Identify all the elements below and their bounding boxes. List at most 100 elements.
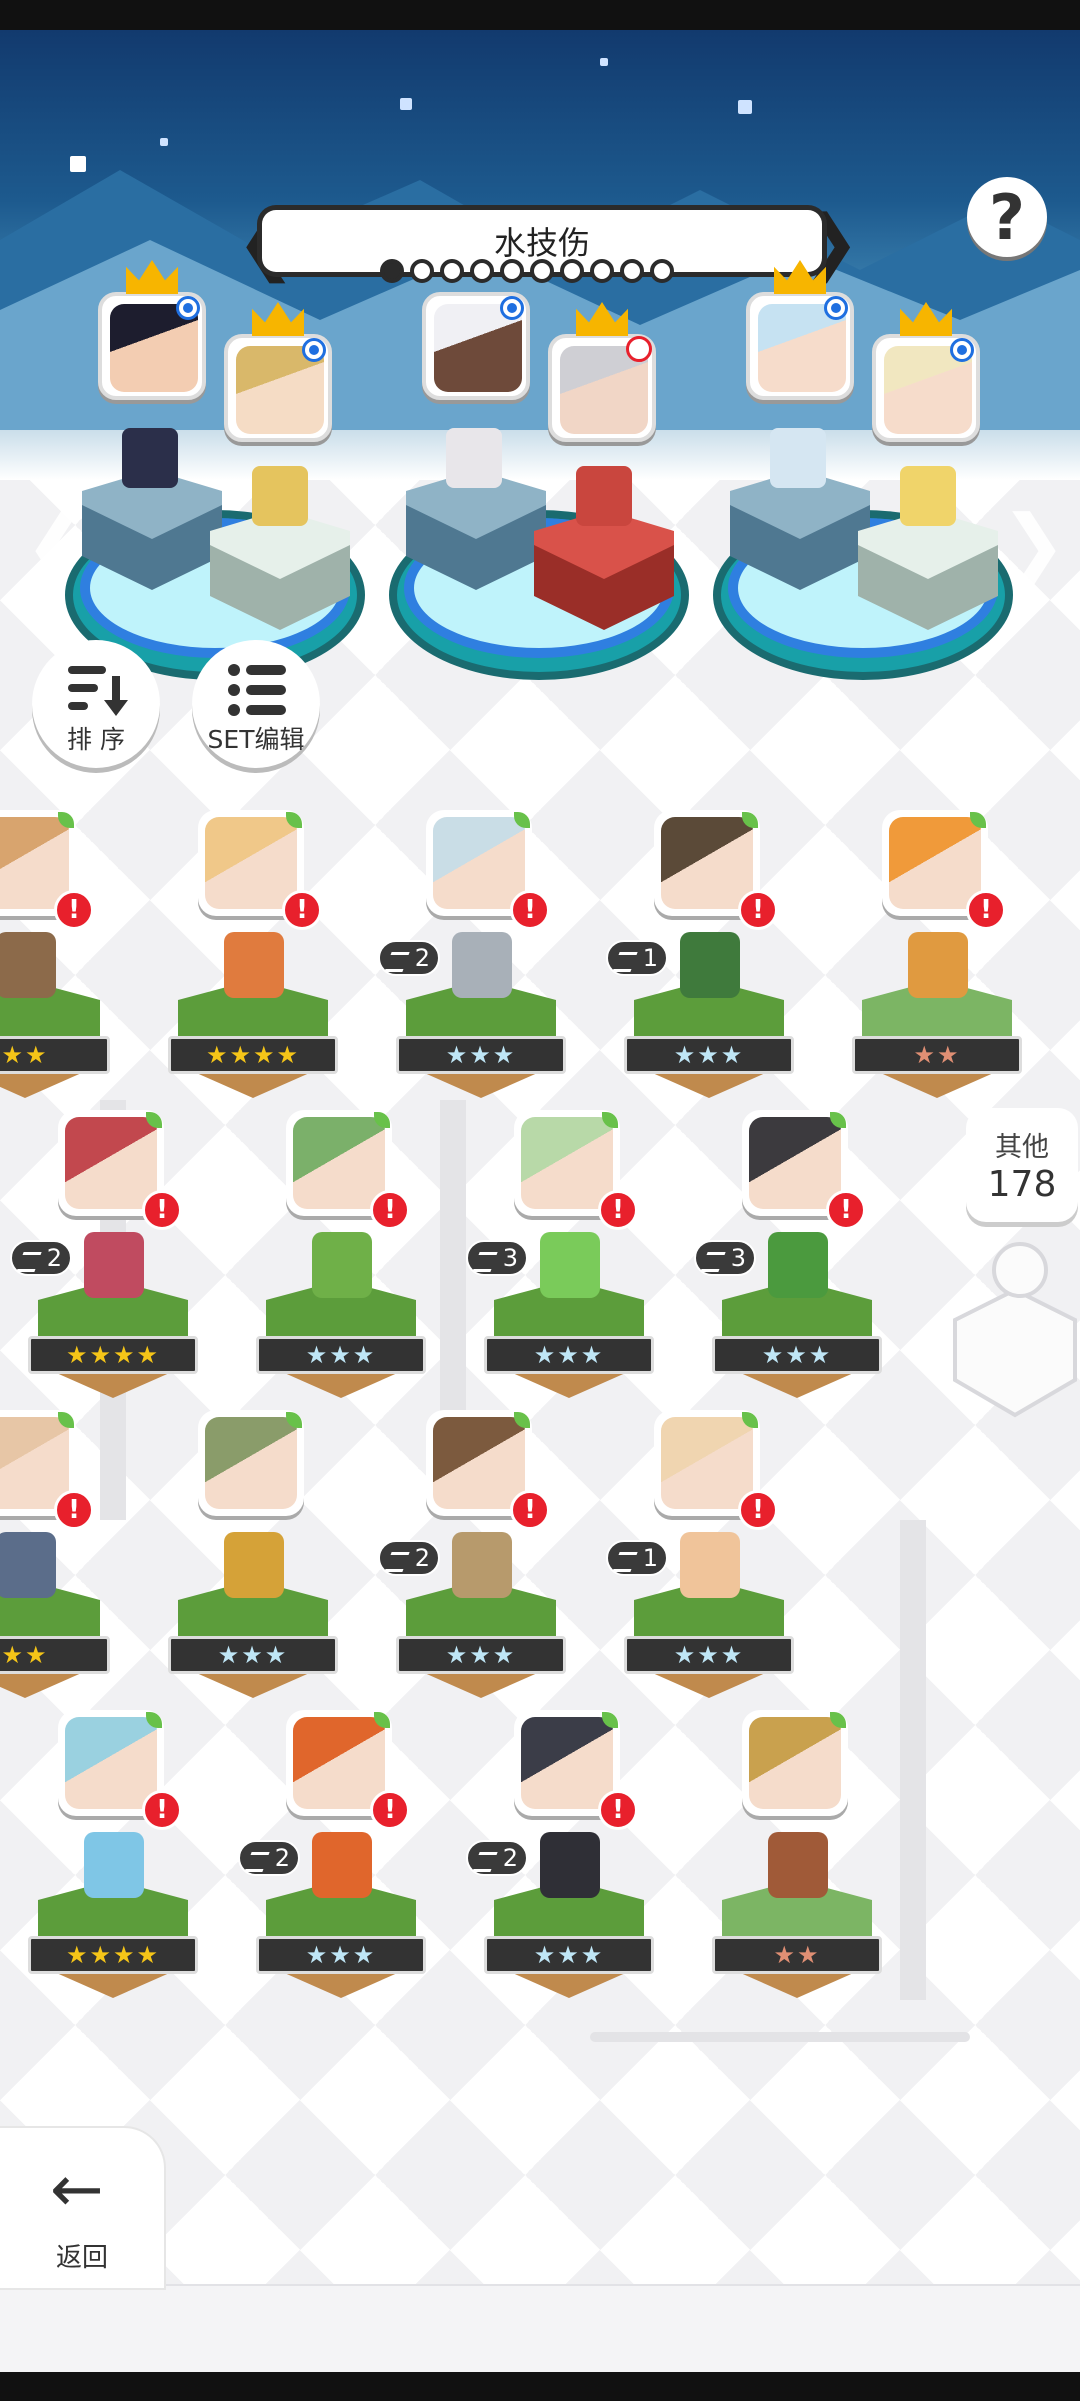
rank-stars: ★★★ [624,1636,794,1674]
unit-card[interactable]: ★★ [712,1710,882,2010]
set-edit-label: SET编辑 [207,725,305,754]
unit-card[interactable]: ! ★★ [0,1410,110,1710]
empty-unit-placeholder [953,1242,1077,1418]
unit-base: ★★★ [712,1280,882,1400]
alert-badge: ! [510,1490,550,1530]
unit-sprite [224,1532,284,1598]
others-counter[interactable]: 其他 178 [966,1108,1078,1222]
character-sprite [770,428,826,488]
unit-card[interactable]: ! ★★★★ [28,1710,198,2010]
skill-level-badge: 2 [378,1540,440,1576]
rank-stars: ★★★ [396,1036,566,1074]
alert-badge: ! [598,1190,638,1230]
help-icon: ? [989,180,1025,254]
alert-badge: ! [370,1790,410,1830]
alert-badge: ! [142,1790,182,1830]
unit-face [205,1417,297,1509]
unit-card[interactable]: ! ★★★ 2 [238,1710,426,2010]
water-element-icon [302,338,326,362]
pedestal [730,470,870,590]
unit-portrait[interactable] [742,1710,848,1816]
rank-stars: ★★ [0,1036,110,1074]
unit-face [889,817,981,909]
pedestal [534,510,674,630]
unit-face [661,817,753,909]
character-sprite [252,466,308,526]
sort-label: 排 序 [67,725,125,754]
rank-stars: ★★★★ [168,1036,338,1074]
alert-badge: ! [966,890,1006,930]
unit-card[interactable]: ! ★★★ 1 [606,810,794,1110]
unit-sprite [224,932,284,998]
unit-sprite [908,932,968,998]
status-bar [0,0,1080,30]
unit-sprite [312,1832,372,1898]
unit-face [433,1417,525,1509]
unit-card[interactable]: ! ★★★ 2 [466,1710,654,2010]
unit-sprite [84,1232,144,1298]
water-element-icon [176,296,200,320]
crown-icon [774,260,826,294]
water-element-icon [824,296,848,320]
pedestal [406,470,546,590]
formation-title-text: 水技伤 [493,224,590,262]
alert-badge: ! [54,890,94,930]
fire-element-icon [626,336,652,362]
help-button[interactable]: ? [967,177,1047,257]
unit-card[interactable]: ! ★★★★ [168,810,338,1110]
rank-stars: ★★★ [256,1336,426,1374]
unit-base: ★★★ [168,1580,338,1700]
team-slot-2[interactable] [384,260,694,720]
unit-card[interactable]: ! ★★★ 2 [378,810,566,1110]
unit-base: ★★★ [396,980,566,1100]
unit-base: ★★★ [624,1580,794,1700]
water-element-icon [500,296,524,320]
unit-card[interactable]: ! ★★ [852,810,1022,1110]
scroll-track[interactable] [590,2032,970,2042]
crown-icon [252,302,304,336]
rank-stars: ★★★ [484,1336,654,1374]
unit-face [293,1717,385,1809]
unit-sprite [0,1532,56,1598]
character-sprite [446,428,502,488]
unit-card[interactable]: ! ★★★ 2 [378,1410,566,1710]
rank-stars: ★★★ [484,1936,654,1974]
sky-star [400,98,412,110]
character-sprite [576,466,632,526]
unit-base: ★★★ [396,1580,566,1700]
skill-level-badge: 2 [10,1240,72,1276]
unit-sprite [680,1532,740,1598]
back-button[interactable]: ← 返回 [0,2128,164,2288]
unit-face [65,1717,157,1809]
character-sprite [122,428,178,488]
unit-sprite [452,932,512,998]
set-edit-button[interactable]: SET编辑 [192,640,320,768]
unit-face [521,1117,613,1209]
unit-card[interactable]: ! ★★★ 1 [606,1410,794,1710]
unit-card[interactable]: ★★★ [168,1410,338,1710]
team-slot-3[interactable] [708,260,1018,720]
unit-base: ★★ [852,980,1022,1100]
unit-portrait[interactable] [198,1410,304,1516]
unit-card[interactable]: ! ★★★★ 2 [10,1110,198,1410]
alert-badge: ! [282,890,322,930]
unit-card[interactable]: ! ★★★ 3 [694,1110,882,1410]
unit-base: ★★★ [484,1280,654,1400]
rank-stars: ★★ [0,1636,110,1674]
navigation-bar [0,2372,1080,2401]
unit-base: ★★★ [256,1880,426,2000]
crown-icon [576,302,628,336]
skill-level-badge: 3 [694,1240,756,1276]
sort-button[interactable]: 排 序 [32,640,160,768]
unit-sprite [540,1232,600,1298]
unit-card[interactable]: ! ★★ [0,810,110,1110]
rank-stars: ★★★ [168,1636,338,1674]
unit-card[interactable]: ! ★★★ [256,1110,426,1410]
unit-base: ★★★★ [168,980,338,1100]
water-element-icon [950,338,974,362]
unit-card[interactable]: ! ★★★ 3 [466,1110,654,1410]
unit-base: ★★★★ [28,1880,198,2000]
pedestal [82,470,222,590]
alert-badge: ! [826,1190,866,1230]
unit-base: ★★★★ [28,1280,198,1400]
